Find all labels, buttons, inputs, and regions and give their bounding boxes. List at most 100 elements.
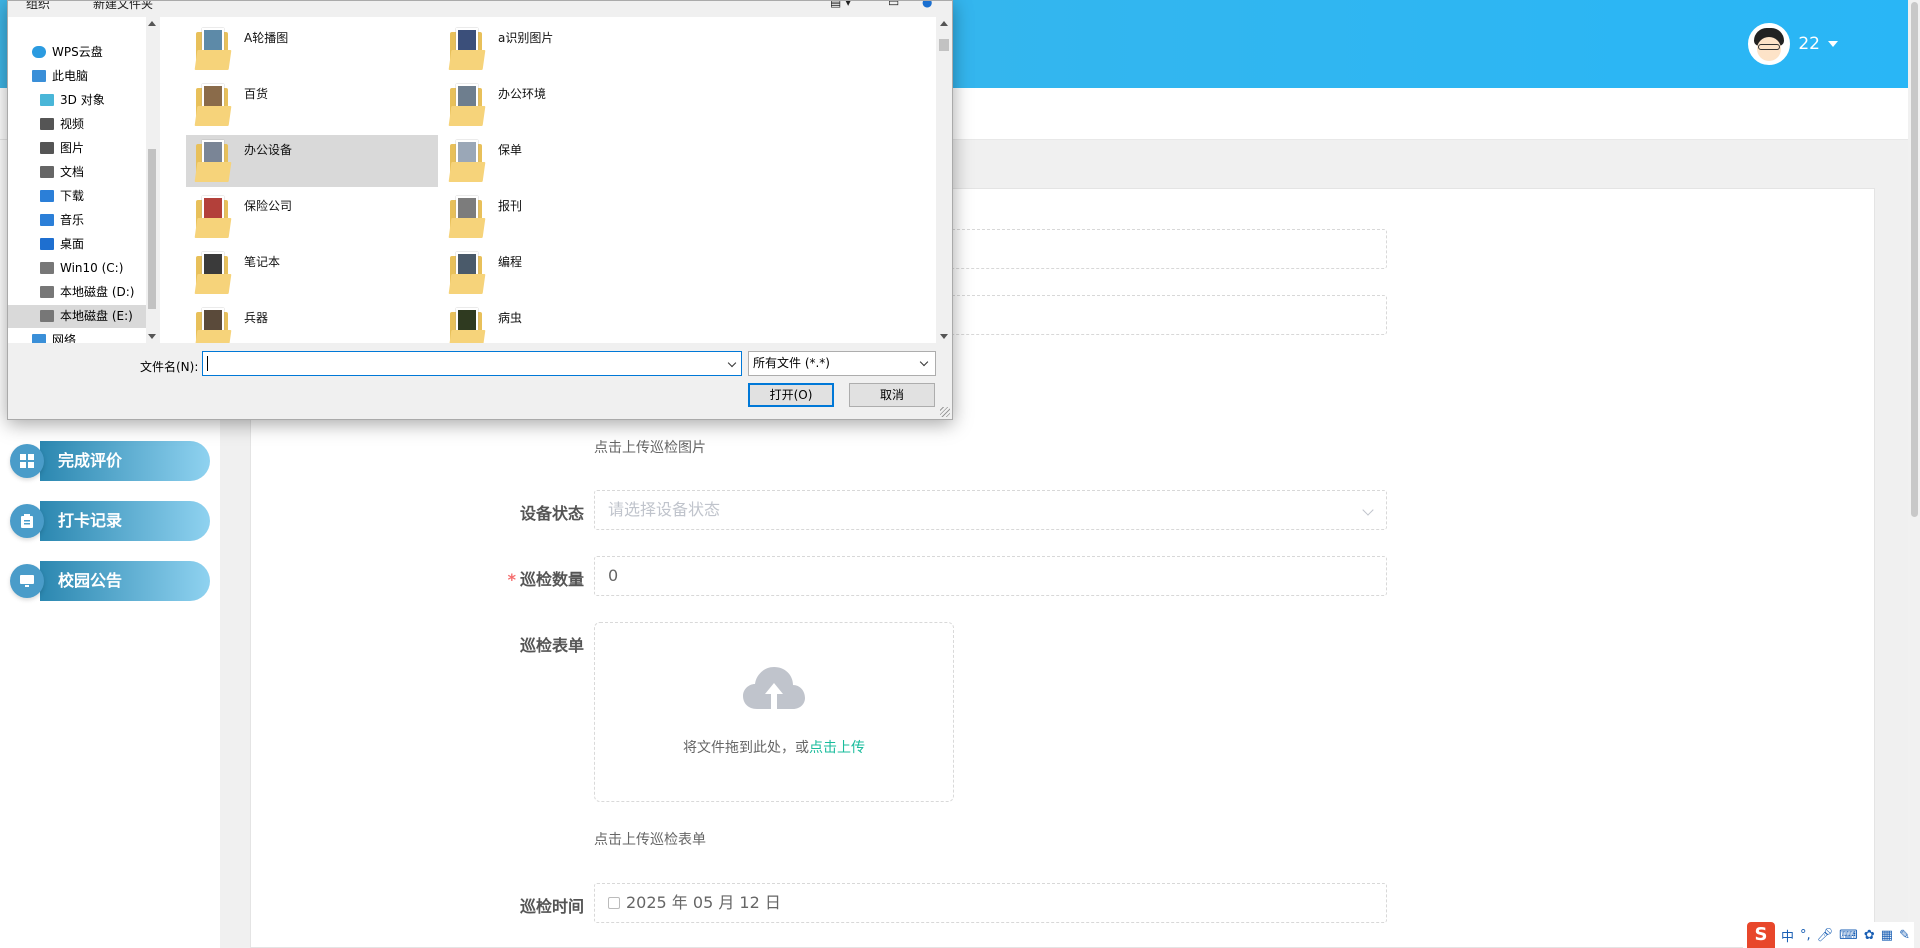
folder-item[interactable]: A轮播图 xyxy=(186,23,438,75)
folder-item[interactable]: 百货 xyxy=(186,79,438,131)
file-list-scrollbar[interactable] xyxy=(936,17,952,343)
skin-icon[interactable]: ✿ xyxy=(1864,928,1875,943)
folder-name: 办公环境 xyxy=(498,87,547,101)
organize-button[interactable]: 组织 xyxy=(26,1,50,12)
folder-name: 办公设备 xyxy=(244,143,293,157)
nav-item-label: 本地磁盘 (D:) xyxy=(60,285,135,299)
sidebar-item-evaluation[interactable]: 完成评价 xyxy=(10,441,210,481)
chevron-down-icon xyxy=(1362,504,1374,516)
help-icon[interactable]: ● xyxy=(922,1,932,9)
keyboard-icon[interactable]: ⌨ xyxy=(1839,928,1858,943)
folder-item[interactable]: 兵器 xyxy=(186,303,438,343)
new-folder-button[interactable]: 新建文件夹 xyxy=(93,1,153,12)
nav-item[interactable]: 此电脑 xyxy=(8,65,146,88)
image-icon xyxy=(40,142,54,154)
nav-item[interactable]: 3D 对象 xyxy=(8,89,146,112)
device-status-select[interactable]: 请选择设备状态 xyxy=(594,490,1387,530)
sidebar-item-label: 打卡记录 xyxy=(40,501,210,541)
nav-item-label: WPS云盘 xyxy=(52,45,103,59)
image-upload-hint: 点击上传巡检图片 xyxy=(594,440,706,456)
folder-item[interactable]: 病虫 xyxy=(440,303,692,343)
cube-icon xyxy=(40,94,54,106)
patrol-form-upload-area[interactable]: 将文件拖到此处，或点击上传 xyxy=(594,622,954,802)
apps-grid-icon[interactable]: ▦ xyxy=(1881,928,1893,943)
file-list: A轮播图 a识别图片百货 办公环境办公设备 保单保险公司 报刊笔记本 编程兵器 病虫 xyxy=(160,17,936,343)
calendar-icon xyxy=(608,897,620,909)
folder-icon xyxy=(448,84,486,126)
toolbox-icon[interactable]: ✎ xyxy=(1899,928,1910,943)
nav-item[interactable]: 网络 xyxy=(8,329,146,343)
drive-icon xyxy=(40,286,54,298)
folder-name: a识别图片 xyxy=(498,31,554,45)
nav-item-label: 网络 xyxy=(52,333,77,343)
sidebar-item-campus-notice[interactable]: 校园公告 xyxy=(10,561,210,601)
folder-name: A轮播图 xyxy=(244,31,289,45)
grid-icon xyxy=(10,444,44,478)
ime-toolbar[interactable]: S 中 °, 🎤︎ ⌨ ✿ ▦ ✎ xyxy=(1742,922,1914,948)
resize-grip[interactable] xyxy=(940,407,950,417)
folder-item[interactable]: 报刊 xyxy=(440,191,692,243)
folder-item[interactable]: 办公环境 xyxy=(440,79,692,131)
nav-item[interactable]: 文档 xyxy=(8,161,146,184)
folder-item[interactable]: 保单 xyxy=(440,135,692,187)
folder-icon xyxy=(448,252,486,294)
folder-name: 编程 xyxy=(498,255,523,269)
nav-item[interactable]: 桌面 xyxy=(8,233,146,256)
preview-pane-icon[interactable]: ▭ xyxy=(888,1,899,9)
nav-item[interactable]: 图片 xyxy=(8,137,146,160)
nav-item[interactable]: 本地磁盘 (E:) xyxy=(8,305,146,328)
filename-label: 文件名(N): xyxy=(140,360,199,374)
clipboard-icon xyxy=(10,504,44,538)
open-button[interactable]: 打开(O) xyxy=(748,383,834,407)
folder-icon xyxy=(448,28,486,70)
nav-item-label: 图片 xyxy=(60,141,85,155)
nav-item[interactable]: 视频 xyxy=(8,113,146,136)
folder-item[interactable]: 编程 xyxy=(440,247,692,299)
folder-item[interactable]: 办公设备 xyxy=(186,135,438,187)
click-upload-link[interactable]: 点击上传 xyxy=(809,740,865,756)
monitor-icon xyxy=(10,564,44,598)
folder-item[interactable]: 保险公司 xyxy=(186,191,438,243)
nav-item[interactable]: 音乐 xyxy=(8,209,146,232)
patrol-count-input[interactable]: 0 xyxy=(594,556,1387,596)
nav-item[interactable]: 本地磁盘 (D:) xyxy=(8,281,146,304)
document-icon xyxy=(40,166,54,178)
view-options-icon[interactable]: ▤ ▾ xyxy=(830,1,851,9)
nav-item[interactable]: WPS云盘 xyxy=(8,41,146,64)
folder-item[interactable]: 笔记本 xyxy=(186,247,438,299)
music-icon xyxy=(40,214,54,226)
nav-scrollbar[interactable] xyxy=(146,17,158,343)
computer-icon xyxy=(32,70,46,82)
ime-mode[interactable]: 中 xyxy=(1781,926,1794,945)
filename-input[interactable] xyxy=(202,351,742,376)
device-status-label: 设备状态 xyxy=(519,504,584,523)
patrol-time-picker[interactable]: 2025 年 05 月 12 日 xyxy=(594,883,1387,923)
folder-icon xyxy=(194,252,232,294)
upload-cloud-icon xyxy=(743,667,805,709)
drive-icon xyxy=(40,310,54,322)
nav-item[interactable]: Win10 (C:) xyxy=(8,257,146,280)
dialog-toolbar: 组织 新建文件夹 ▤ ▾ ▭ ● xyxy=(8,1,952,15)
chevron-down-icon xyxy=(919,357,929,367)
folder-icon xyxy=(194,28,232,70)
folder-name: 笔记本 xyxy=(244,255,281,269)
punctuation-icon[interactable]: °, xyxy=(1800,928,1811,943)
folder-name: 百货 xyxy=(244,87,269,101)
sidebar-item-label: 完成评价 xyxy=(40,441,210,481)
microphone-icon[interactable]: 🎤︎ xyxy=(1817,928,1834,943)
folder-icon xyxy=(194,140,232,182)
user-menu[interactable]: 22 xyxy=(1748,23,1838,65)
chevron-down-icon[interactable] xyxy=(727,358,737,368)
folder-item[interactable]: a识别图片 xyxy=(440,23,692,75)
page-scrollbar[interactable] xyxy=(1908,0,1920,948)
cloud-icon xyxy=(32,46,46,58)
sidebar-item-checkin-records[interactable]: 打卡记录 xyxy=(10,501,210,541)
nav-item[interactable]: 下载 xyxy=(8,185,146,208)
sogou-logo-icon: S xyxy=(1746,922,1775,948)
cancel-button[interactable]: 取消 xyxy=(849,383,935,407)
nav-item-label: 下载 xyxy=(60,189,85,203)
folder-name: 保单 xyxy=(498,143,523,157)
upload-instructions: 将文件拖到此处，或点击上传 xyxy=(683,740,865,756)
file-type-select[interactable]: 所有文件 (*.*) xyxy=(748,351,936,376)
desktop-icon xyxy=(40,238,54,250)
